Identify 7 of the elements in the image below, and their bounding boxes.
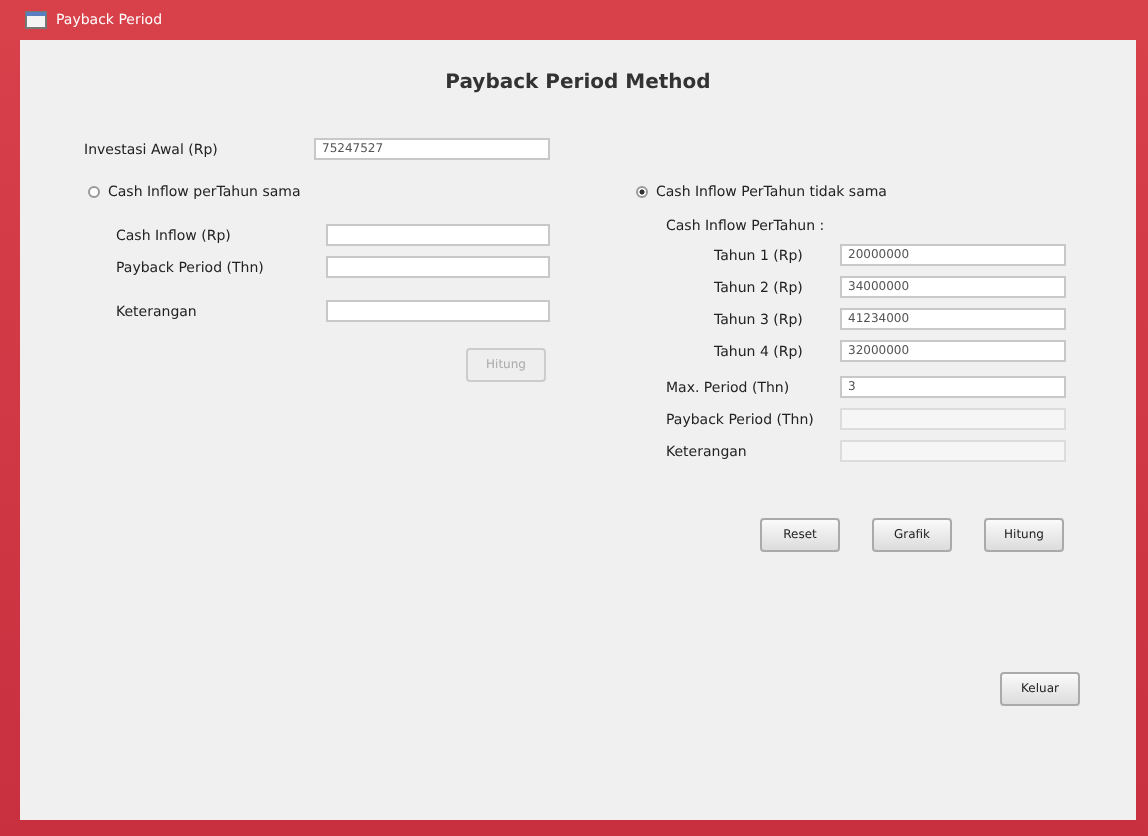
input-field[interactable] bbox=[326, 300, 550, 322]
input-field[interactable] bbox=[326, 256, 550, 278]
form-heading: Payback Period Method bbox=[443, 72, 713, 94]
input-field[interactable] bbox=[326, 224, 550, 246]
radio-button[interactable] bbox=[636, 186, 648, 198]
radio-button[interactable] bbox=[88, 186, 100, 198]
app-icon bbox=[24, 8, 48, 32]
